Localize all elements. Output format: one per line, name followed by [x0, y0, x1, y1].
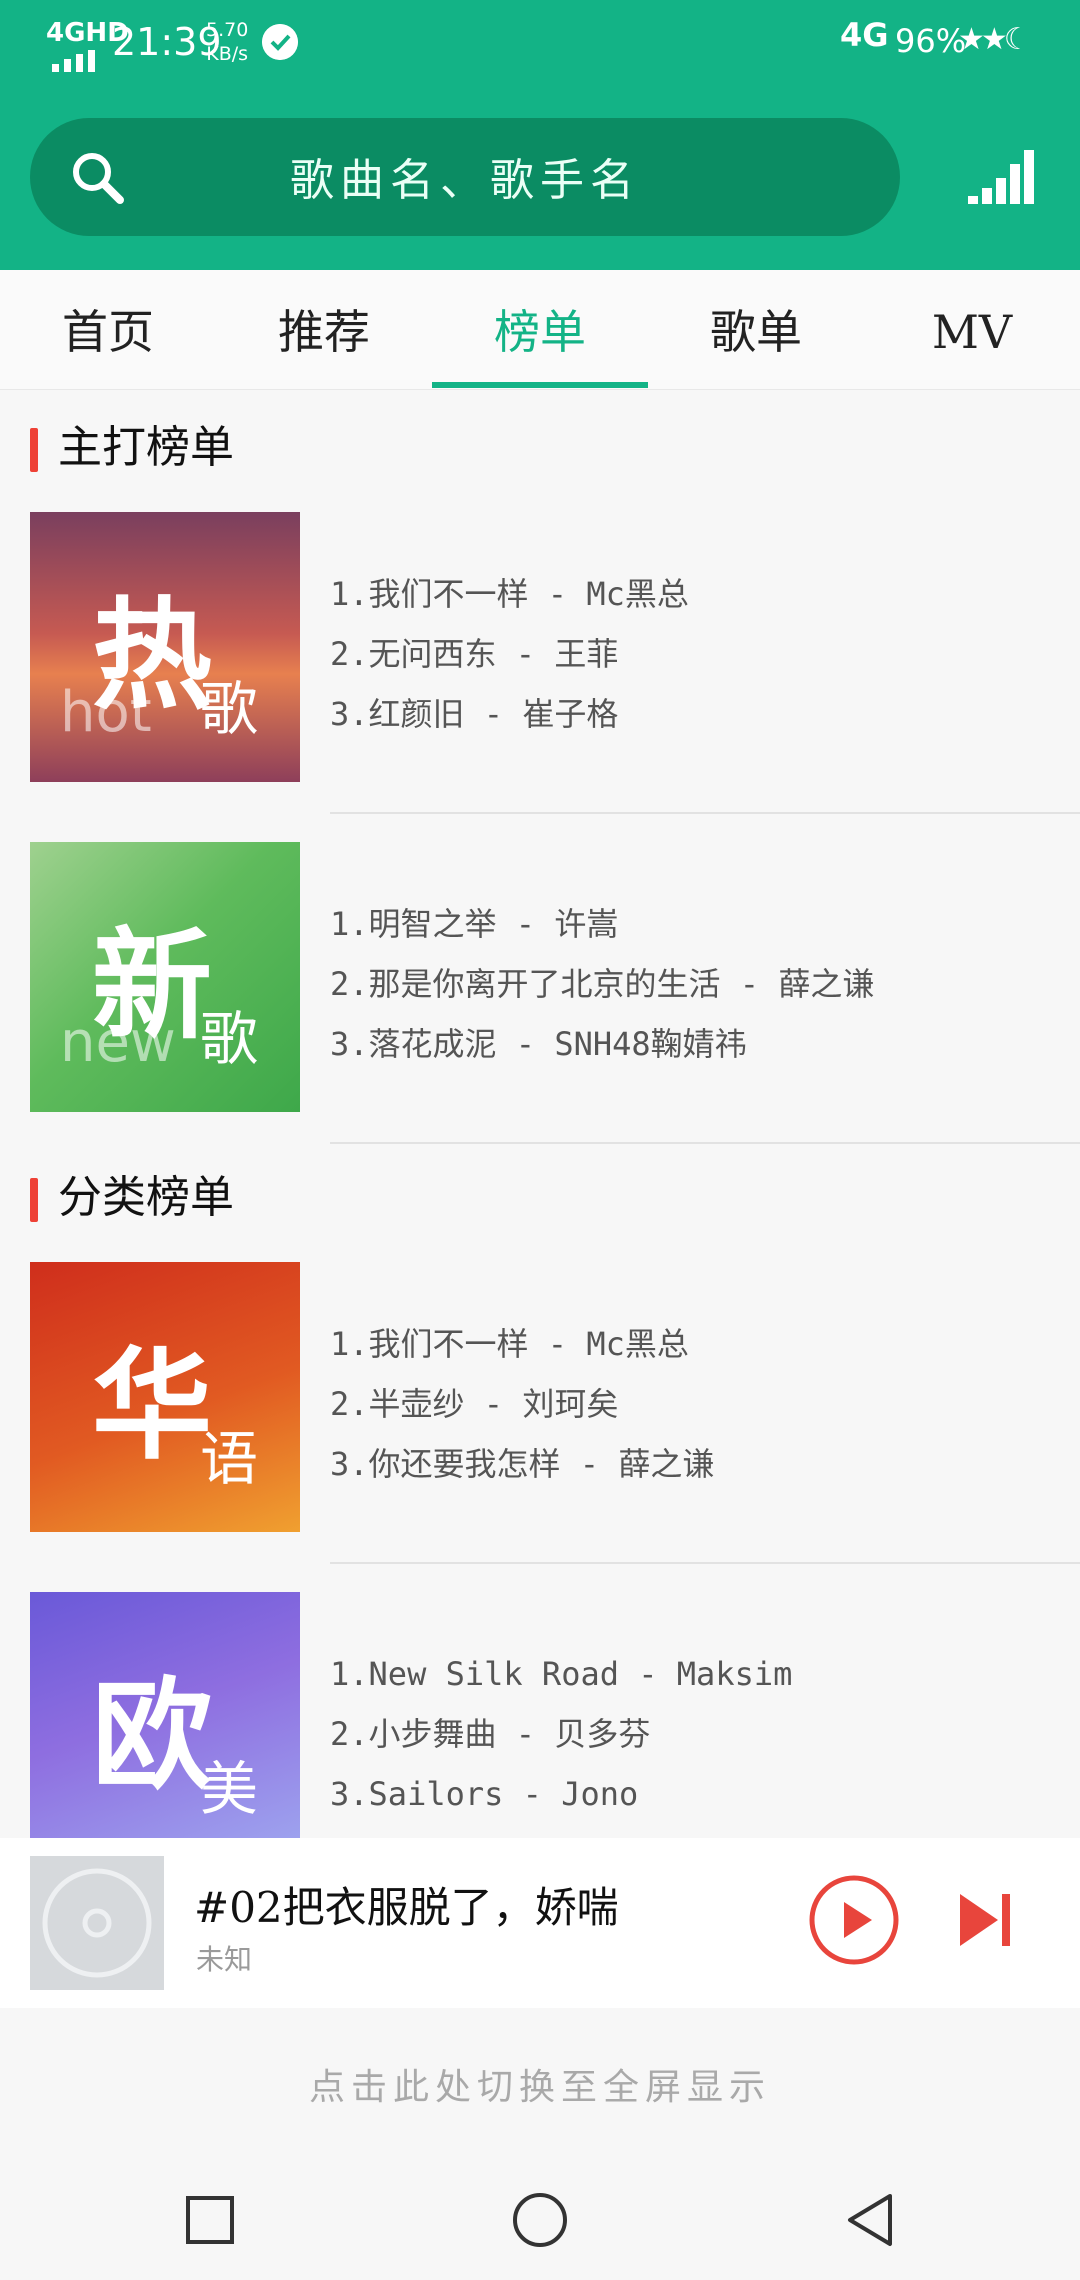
play-button[interactable] [808, 1874, 900, 1966]
tab-charts[interactable]: 榜单 [432, 270, 648, 390]
chart-song-list: 1.我们不一样 - Mc黑总 2.无问西东 - 王菲 3.红颜旧 - 崔子格 [330, 564, 1070, 744]
fullscreen-hint[interactable]: 点击此处切换至全屏显示 [0, 2058, 1080, 2110]
battery-level: 96% [895, 22, 967, 60]
song-item: 2.那是你离开了北京的生活 - 薛之谦 [330, 965, 875, 1003]
tab-recommend[interactable]: 推荐 [216, 270, 432, 390]
song-item: 1.我们不一样 - Mc黑总 [330, 1325, 689, 1363]
tab-mv[interactable]: MV [864, 270, 1080, 390]
album-art[interactable] [30, 1856, 164, 1990]
recent-apps-button[interactable] [180, 2190, 240, 2250]
next-track-button[interactable] [958, 1890, 1012, 1950]
network-type: 4G [840, 16, 889, 54]
section-title-category: 分类榜单 [30, 1168, 234, 1228]
speed-value: 5.70 [206, 19, 249, 41]
status-bar: 4GHD 21:39 5.70 KB/s 4G 96% ★★☾ [0, 0, 1080, 80]
speed-unit: KB/s [206, 43, 249, 65]
song-item: 2.小步舞曲 - 贝多芬 [330, 1715, 651, 1753]
check-circle-icon [262, 24, 298, 60]
disc-icon [42, 1868, 152, 1978]
song-item: 2.无问西东 - 王菲 [330, 635, 619, 673]
chart-song-list: 1.明智之举 - 许嵩 2.那是你离开了北京的生活 - 薛之谦 3.落花成泥 -… [330, 894, 1070, 1074]
song-item: 1.明智之举 - 许嵩 [330, 905, 619, 943]
now-playing-title: #02把衣服脱了，娇喘 [194, 1883, 619, 1932]
divider [330, 812, 1080, 814]
tab-bar: 首页 推荐 榜单 歌单 MV [0, 270, 1080, 390]
tab-home[interactable]: 首页 [0, 270, 216, 390]
chart-item-hot[interactable]: hot 热 歌 1.我们不一样 - Mc黑总 2.无问西东 - 王菲 3.红颜旧… [0, 512, 1080, 842]
cover-big-text: 华 [92, 1337, 212, 1476]
now-playing-artist: 未知 [196, 1943, 253, 1976]
divider [330, 1142, 1080, 1144]
mini-player[interactable]: #02把衣服脱了，娇喘 未知 [0, 1838, 1080, 2008]
chart-item-chinese[interactable]: 华 语 1.我们不一样 - Mc黑总 2.半壶纱 - 刘珂矣 3.你还要我怎样 … [0, 1262, 1080, 1592]
cover-big-text: 新 [92, 917, 212, 1056]
chart-cover-hot[interactable]: hot 热 歌 [30, 512, 300, 782]
cover-big-text: 欧 [92, 1667, 212, 1806]
chart-cover-new[interactable]: new 新 歌 [30, 842, 300, 1112]
cover-small-text: 歌 [200, 1005, 259, 1073]
chart-cover-chinese[interactable]: 华 语 [30, 1262, 300, 1532]
song-item: 3.落花成泥 - SNH48鞠婧祎 [330, 1025, 747, 1063]
search-bar[interactable]: 歌曲名、歌手名 [30, 118, 900, 236]
tab-playlists[interactable]: 歌单 [648, 270, 864, 390]
cover-small-text: 语 [200, 1425, 259, 1493]
cover-small-text: 美 [200, 1755, 259, 1823]
chart-song-list: 1.New Silk Road - Maksim 2.小步舞曲 - 贝多芬 3.… [330, 1644, 1070, 1824]
app-header: 4GHD 21:39 5.70 KB/s 4G 96% ★★☾ 歌曲名、歌手名 [0, 0, 1080, 270]
song-item: 3.Sailors - Jono [330, 1775, 639, 1813]
chart-item-western[interactable]: 欧 美 1.New Silk Road - Maksim 2.小步舞曲 - 贝多… [0, 1592, 1080, 1838]
back-button[interactable] [840, 2190, 900, 2250]
chart-cover-western[interactable]: 欧 美 [30, 1592, 300, 1838]
section-title-main: 主打榜单 [30, 418, 234, 478]
divider [330, 1562, 1080, 1564]
search-input[interactable]: 歌曲名、歌手名 [30, 118, 900, 236]
song-item: 2.半壶纱 - 刘珂矣 [330, 1385, 619, 1423]
song-item: 3.你还要我怎样 - 薛之谦 [330, 1445, 715, 1483]
song-item: 3.红颜旧 - 崔子格 [330, 695, 619, 733]
signal-bars-icon [52, 50, 95, 72]
equalizer-icon[interactable] [968, 148, 1038, 206]
song-item: 1.New Silk Road - Maksim [330, 1655, 793, 1693]
chart-song-list: 1.我们不一样 - Mc黑总 2.半壶纱 - 刘珂矣 3.你还要我怎样 - 薛之… [330, 1314, 1070, 1494]
chart-item-new[interactable]: new 新 歌 1.明智之举 - 许嵩 2.那是你离开了北京的生活 - 薛之谦 … [0, 842, 1080, 1172]
system-nav-bar [0, 2150, 1080, 2280]
home-button[interactable] [510, 2190, 570, 2250]
cover-big-text: 热 [92, 587, 212, 726]
weather-icon: ★★☾ [958, 22, 1031, 57]
song-item: 1.我们不一样 - Mc黑总 [330, 575, 689, 613]
network-speed: 5.70 KB/s [206, 18, 248, 66]
tab-indicator [432, 382, 648, 388]
cover-small-text: 歌 [200, 675, 259, 743]
